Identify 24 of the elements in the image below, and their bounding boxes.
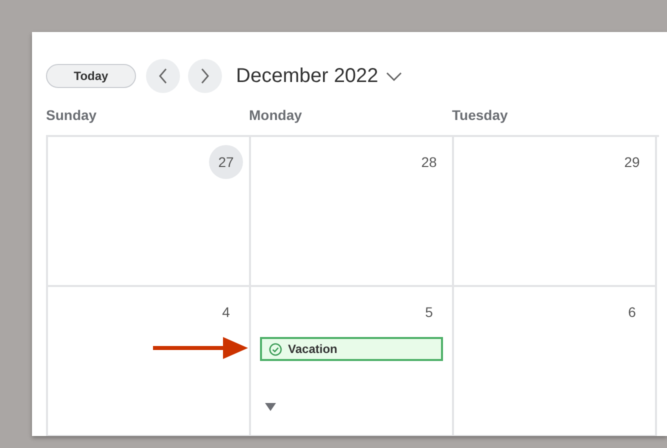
day-cell[interactable]: 28 — [251, 137, 454, 287]
expand-triangle-icon[interactable] — [265, 403, 276, 411]
day-cell[interactable]: 5 Vacation — [251, 287, 454, 436]
chevron-left-icon — [158, 68, 168, 84]
event-chip[interactable]: Vacation — [260, 337, 443, 361]
today-marker: 27 — [209, 145, 243, 179]
month-dropdown[interactable]: December 2022 — [236, 64, 402, 88]
weekday-label: Tuesday — [452, 107, 508, 123]
day-number: 29 — [623, 153, 641, 172]
day-number: 4 — [221, 303, 231, 322]
day-cell[interactable]: 6 — [454, 287, 657, 436]
day-cell[interactable]: 29 — [454, 137, 657, 287]
next-button[interactable] — [188, 59, 222, 93]
day-cell[interactable]: 27 — [48, 137, 251, 287]
weekday-label: Sunday — [46, 107, 97, 123]
chevron-right-icon — [200, 68, 210, 84]
check-circle-icon — [269, 342, 282, 356]
weekday-label: Monday — [249, 107, 302, 123]
day-number: 28 — [420, 153, 438, 172]
day-number: 5 — [424, 303, 434, 322]
previous-button[interactable] — [146, 59, 180, 93]
day-number: 6 — [627, 303, 637, 322]
today-button[interactable]: Today — [46, 64, 136, 88]
chevron-down-icon — [386, 72, 402, 80]
